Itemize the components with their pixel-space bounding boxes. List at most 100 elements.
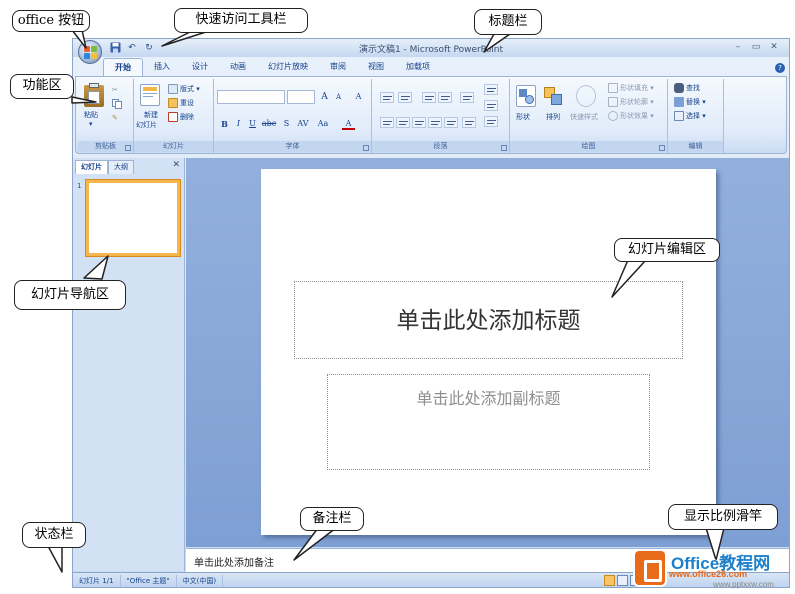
minimize-button[interactable]: –: [731, 41, 745, 53]
copy-icon[interactable]: [112, 99, 122, 110]
character-spacing-button[interactable]: AV: [294, 118, 312, 130]
align-text-icon[interactable]: [484, 100, 498, 111]
editing-group: 查找 替换 ▾ 选择 ▾ 编辑: [668, 79, 724, 153]
find-button[interactable]: 查找: [674, 83, 700, 94]
office-button[interactable]: [78, 40, 102, 64]
shapes-label: 形状: [516, 113, 530, 121]
new-slide-icon[interactable]: [140, 84, 160, 106]
help-icon[interactable]: ?: [775, 63, 785, 73]
paragraph-launcher-icon[interactable]: [501, 145, 507, 151]
tab-animations[interactable]: 动画: [219, 58, 257, 76]
text-direction-icon[interactable]: [484, 84, 498, 95]
bold-button[interactable]: B: [218, 118, 231, 130]
reset-button[interactable]: 重设: [168, 98, 194, 109]
shape-fill-button[interactable]: 形状填充 ▾: [608, 83, 654, 94]
layout-icon: [168, 84, 178, 94]
cut-icon[interactable]: ✂: [112, 85, 118, 96]
font-name-dropdown[interactable]: [217, 90, 285, 104]
callout-status-bar: 状态栏: [22, 522, 86, 548]
title-placeholder[interactable]: 单击此处添加标题: [294, 281, 683, 359]
delete-icon: [168, 112, 178, 122]
tab-outline[interactable]: 大纲: [108, 160, 134, 174]
office-logo-icon: [84, 46, 90, 52]
tab-insert[interactable]: 插入: [143, 58, 181, 76]
normal-view-icon[interactable]: [604, 575, 615, 586]
decrease-indent-icon[interactable]: [422, 92, 436, 103]
columns-icon[interactable]: [462, 117, 476, 128]
thumbnail-number: 1: [77, 182, 82, 190]
subtitle-placeholder[interactable]: 单击此处添加副标题: [327, 374, 650, 470]
ribbon-tabs: 开始 插入 设计 动画 幻灯片放映 审阅 视图 加载项: [103, 58, 441, 76]
italic-button[interactable]: I: [232, 118, 245, 130]
callout-quick-access-toolbar: 快速访问工具栏: [174, 8, 308, 33]
slide-canvas[interactable]: 单击此处添加标题 单击此处添加副标题: [261, 169, 716, 535]
callout-office-button: office 按钮: [12, 10, 90, 32]
new-slide-label: 新建: [144, 111, 158, 119]
callout-notes-pane: 备注栏: [300, 507, 364, 531]
language-status[interactable]: 中文(中国): [177, 575, 224, 587]
binoculars-icon: [674, 83, 684, 93]
quick-styles-icon[interactable]: [576, 85, 596, 107]
office-logo-yellow: [91, 53, 97, 59]
maximize-button[interactable]: ▭: [749, 41, 763, 53]
tab-slide-show[interactable]: 幻灯片放映: [257, 58, 319, 76]
new-slide-label-2[interactable]: 幻灯片: [136, 120, 157, 130]
shadow-button[interactable]: S: [280, 118, 293, 130]
delete-button[interactable]: 删除: [168, 112, 194, 123]
slides-group: 新建 幻灯片 版式 ▾ 重设 删除 幻灯片: [134, 79, 214, 153]
line-spacing-icon[interactable]: [460, 92, 474, 103]
font-color-button[interactable]: A: [342, 118, 355, 130]
change-case-button[interactable]: Aa: [315, 118, 331, 130]
align-center-icon[interactable]: [396, 117, 410, 128]
tab-design[interactable]: 设计: [181, 58, 219, 76]
justify-icon[interactable]: [428, 117, 442, 128]
drawing-launcher-icon[interactable]: [659, 145, 665, 151]
pencil-icon: [608, 97, 618, 107]
close-icon[interactable]: ✕: [172, 160, 180, 170]
paint-bucket-icon: [608, 83, 618, 93]
callout-slide-editor: 幻灯片编辑区: [614, 238, 720, 262]
numbering-icon[interactable]: [398, 92, 412, 103]
smartart-icon[interactable]: [484, 116, 498, 127]
callout-title-bar: 标题栏: [474, 9, 542, 35]
tab-home[interactable]: 开始: [103, 58, 143, 76]
bullets-icon[interactable]: [380, 92, 394, 103]
arrange-label: 排列: [546, 113, 560, 121]
paste-dropdown-icon[interactable]: ▾: [89, 120, 93, 128]
tab-add-ins[interactable]: 加载项: [395, 58, 441, 76]
font-group: A A A B I U abc S AV Aa A 字体: [214, 79, 372, 153]
increase-indent-icon[interactable]: [438, 92, 452, 103]
font-launcher-icon[interactable]: [363, 145, 369, 151]
clipboard-launcher-icon[interactable]: [125, 145, 131, 151]
distributed-icon[interactable]: [444, 117, 458, 128]
tab-slides[interactable]: 幻灯片: [75, 160, 108, 174]
select-button[interactable]: 选择 ▾: [674, 111, 706, 122]
arrange-icon[interactable]: [544, 85, 564, 107]
shapes-icon[interactable]: [516, 85, 536, 107]
clear-formatting-button[interactable]: A: [352, 91, 365, 103]
format-painter-icon[interactable]: ✎: [112, 113, 118, 124]
paragraph-group-label: 段落: [372, 141, 509, 152]
font-size-dropdown[interactable]: [287, 90, 315, 104]
slide-sorter-view-icon[interactable]: [617, 575, 628, 586]
strikethrough-button[interactable]: abc: [260, 118, 278, 130]
align-left-icon[interactable]: [380, 117, 394, 128]
replace-button[interactable]: 替换 ▾: [674, 97, 706, 108]
grow-font-button[interactable]: A: [318, 91, 331, 103]
slide-navigation-panel: 幻灯片 大纲 ✕ 1: [73, 158, 185, 571]
shrink-font-button[interactable]: A: [332, 91, 345, 103]
theme-status[interactable]: "Office 主题": [121, 575, 177, 587]
pointer-status-bar: [47, 545, 63, 573]
slide-thumbnail[interactable]: [86, 180, 180, 256]
tab-view[interactable]: 视图: [357, 58, 395, 76]
align-right-icon[interactable]: [412, 117, 426, 128]
layout-button[interactable]: 版式 ▾: [168, 84, 200, 95]
underline-button[interactable]: U: [246, 118, 259, 130]
watermark: Office教程网 www.office26.com www.pptxxw.co…: [633, 545, 793, 591]
tab-review[interactable]: 审阅: [319, 58, 357, 76]
shape-effects-button[interactable]: 形状效果 ▾: [608, 111, 654, 122]
close-button[interactable]: ✕: [767, 41, 781, 53]
font-group-label: 字体: [214, 141, 371, 152]
paste-icon[interactable]: [84, 83, 104, 107]
shape-outline-button[interactable]: 形状轮廓 ▾: [608, 97, 654, 108]
